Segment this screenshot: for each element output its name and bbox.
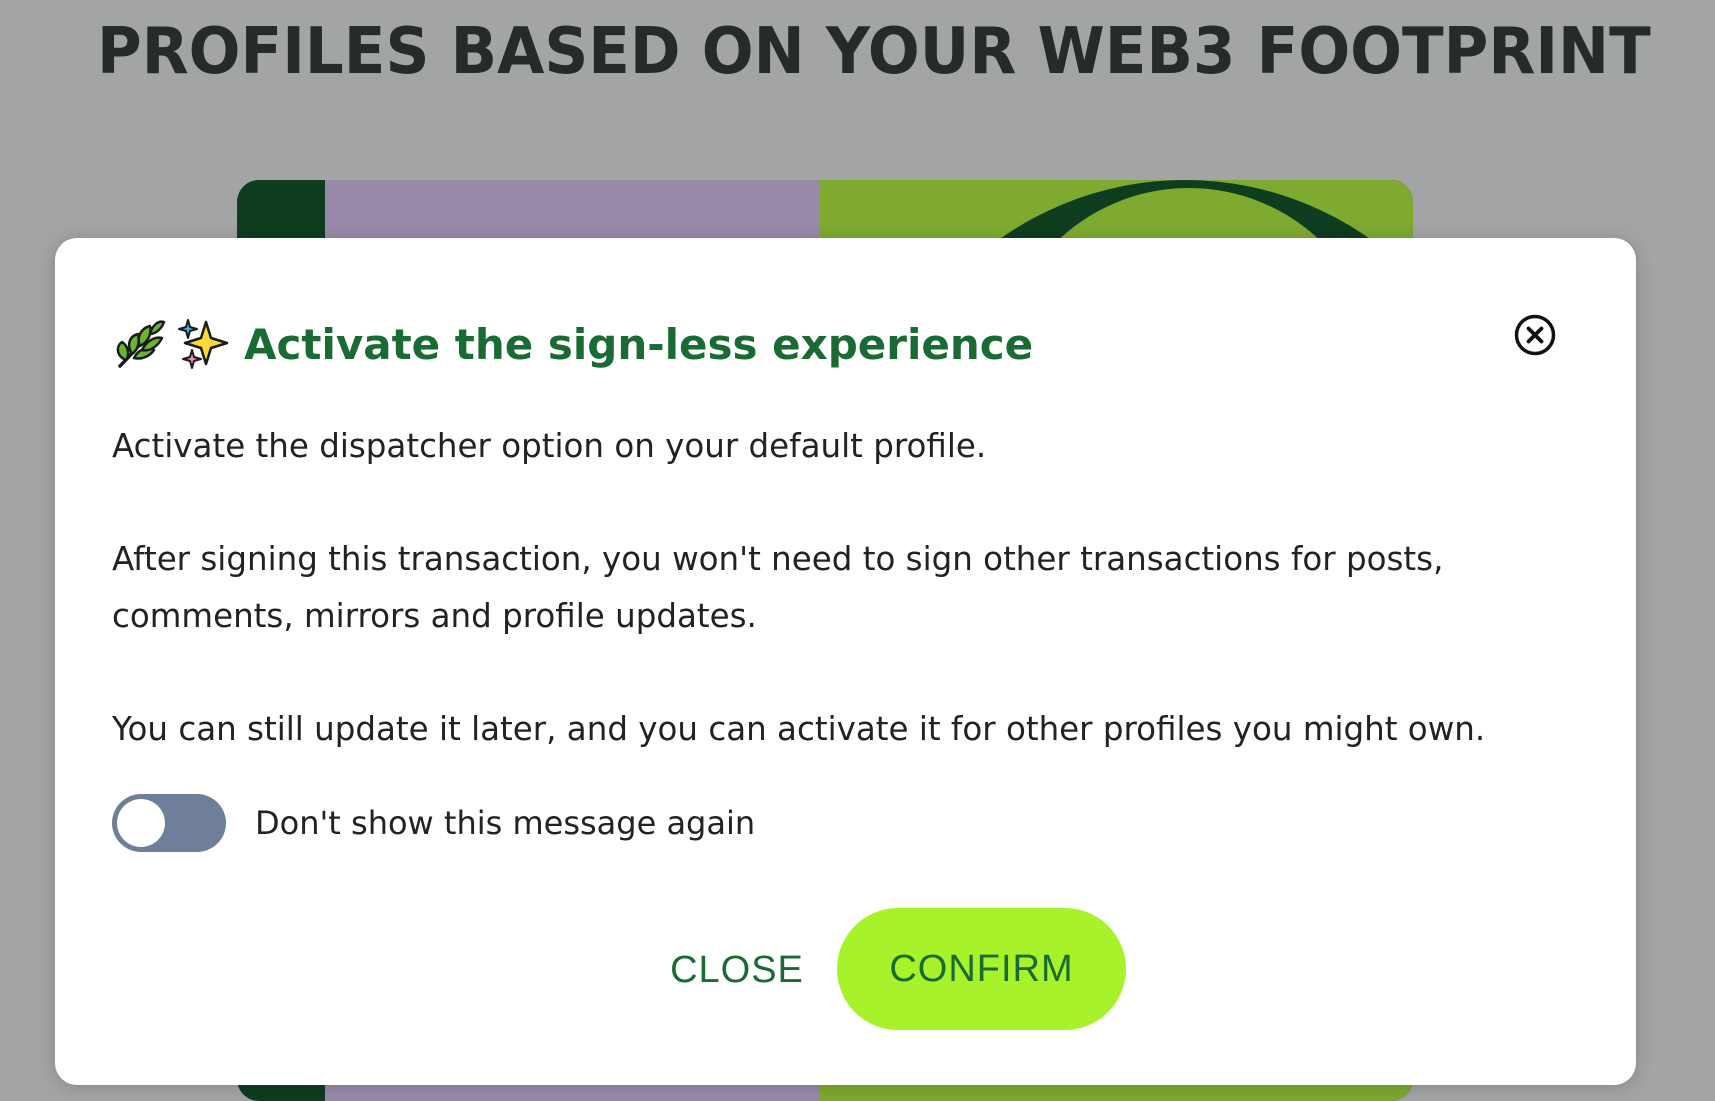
confirm-button[interactable]: CONFIRM xyxy=(837,908,1126,1030)
modal-header: Activate the sign-less experience xyxy=(112,314,1033,374)
dont-show-again-label: Don't show this message again xyxy=(255,804,756,842)
description-paragraph-2: After signing this transaction, you won'… xyxy=(112,540,1444,635)
dispatcher-modal: Activate the sign-less experience Activa… xyxy=(55,238,1636,1085)
page-heading: PROFILES BASED ON YOUR WEB3 FOOTPRINT xyxy=(97,14,1651,89)
close-icon[interactable] xyxy=(1514,314,1556,356)
description-paragraph-1: Activate the dispatcher option on your d… xyxy=(112,427,987,465)
close-button[interactable]: CLOSE xyxy=(612,910,862,1030)
sparkles-icon xyxy=(176,316,232,372)
modal-title: Activate the sign-less experience xyxy=(244,319,1034,369)
toggle-knob xyxy=(117,799,165,847)
dont-show-again-toggle[interactable] xyxy=(112,794,226,852)
herb-icon xyxy=(112,316,168,372)
description-paragraph-3: You can still update it later, and you c… xyxy=(112,710,1486,748)
dont-show-again-row: Don't show this message again xyxy=(112,794,755,852)
